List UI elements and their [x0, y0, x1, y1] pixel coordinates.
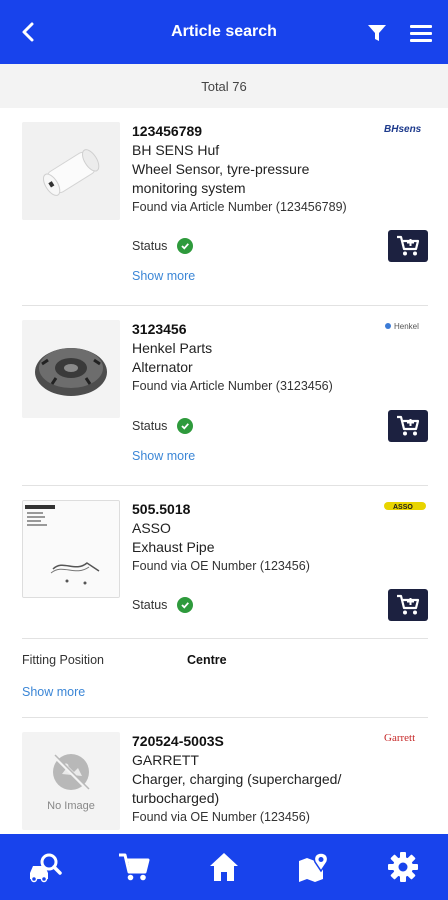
article-card[interactable]: 3123456 Henkel Parts Alternator Found vi… — [22, 306, 428, 486]
status-label: Status — [132, 239, 168, 253]
article-brand: GARRETT — [132, 752, 199, 768]
page-title: Article search — [171, 23, 277, 40]
show-more-link[interactable]: Show more — [132, 269, 195, 283]
article-card[interactable]: No Image 720524-5003S GARRETT Charger, c… — [22, 718, 428, 834]
brand-logo-text: Garrett — [384, 732, 415, 744]
map-location-icon — [298, 852, 328, 882]
home-icon — [209, 853, 238, 881]
cart-add-icon — [397, 415, 420, 436]
filter-button[interactable] — [364, 20, 390, 46]
vehicle-search-icon — [29, 853, 62, 883]
status-row: Status — [132, 238, 194, 254]
article-image[interactable] — [22, 320, 120, 418]
article-description: Wheel Sensor, tyre-pressure monitoring s… — [132, 161, 310, 196]
article-description: Alternator — [132, 359, 193, 375]
article-found-via: Found via OE Number (123456) — [132, 810, 310, 824]
add-to-cart-button[interactable] — [388, 410, 428, 442]
show-more-link[interactable]: Show more — [22, 685, 85, 699]
no-image-icon — [52, 754, 90, 792]
no-image-label: No Image — [47, 800, 95, 812]
divider — [22, 638, 428, 639]
app-root: Article search Total 76 123456789 BH SEN… — [0, 0, 448, 900]
brand-logo-text: ASSO — [393, 504, 413, 511]
hamburger-menu-icon — [410, 25, 432, 42]
results-total: Total 76 — [0, 64, 448, 108]
article-image-placeholder[interactable]: No Image — [22, 732, 120, 830]
article-image[interactable] — [22, 500, 120, 598]
article-brand: BH SENS Huf — [132, 142, 220, 158]
add-to-cart-button[interactable] — [388, 589, 428, 621]
brand-logo-text: Henkel — [394, 322, 419, 331]
nav-home-button[interactable] — [194, 837, 254, 897]
brand-logo-text: BHsens — [384, 124, 422, 134]
status-available-icon — [177, 238, 194, 254]
show-more-link[interactable]: Show more — [132, 449, 195, 463]
bottom-nav — [0, 834, 448, 900]
article-card[interactable]: 123456789 BH SENS Huf Wheel Sensor, tyre… — [22, 108, 428, 306]
menu-button[interactable] — [406, 20, 436, 46]
status-available-icon — [177, 418, 194, 434]
article-list[interactable]: 123456789 BH SENS Huf Wheel Sensor, tyre… — [0, 108, 448, 834]
settings-gear-icon — [388, 852, 419, 882]
brand-logo: BHsens — [384, 122, 428, 137]
article-found-via: Found via Article Number (3123456) — [132, 379, 333, 393]
brand-logo: ASSO — [384, 500, 428, 515]
article-found-via: Found via Article Number (123456789) — [132, 200, 347, 214]
cart-add-icon — [397, 594, 420, 615]
article-found-via: Found via OE Number (123456) — [132, 559, 310, 573]
fitting-position-label: Fitting Position — [22, 653, 104, 667]
back-button[interactable] — [14, 18, 42, 46]
brand-logo: Garrett — [384, 730, 428, 747]
nav-map-button[interactable] — [284, 837, 344, 897]
status-row: Status — [132, 597, 194, 613]
cart-icon — [119, 853, 150, 881]
cart-add-icon — [397, 235, 420, 256]
nav-settings-button[interactable] — [373, 837, 433, 897]
status-row: Status — [132, 418, 194, 434]
status-label: Status — [132, 598, 168, 612]
article-brand: ASSO — [132, 520, 171, 536]
nav-vehicle-search-button[interactable] — [15, 837, 75, 897]
brand-logo: Henkel — [384, 320, 428, 335]
filter-icon — [368, 25, 386, 41]
article-description: Charger, charging (supercharged/ turboch… — [132, 771, 342, 806]
status-available-icon — [177, 597, 194, 613]
nav-cart-button[interactable] — [104, 837, 164, 897]
status-label: Status — [132, 419, 168, 433]
article-image[interactable] — [22, 122, 120, 220]
fitting-position-value: Centre — [187, 653, 227, 667]
article-description: Exhaust Pipe — [132, 539, 215, 555]
app-header: Article search — [0, 0, 448, 64]
article-card[interactable]: 505.5018 ASSO Exhaust Pipe Found via OE … — [22, 486, 428, 718]
add-to-cart-button[interactable] — [388, 230, 428, 262]
arrow-left-icon — [22, 22, 34, 42]
article-brand: Henkel Parts — [132, 340, 213, 356]
